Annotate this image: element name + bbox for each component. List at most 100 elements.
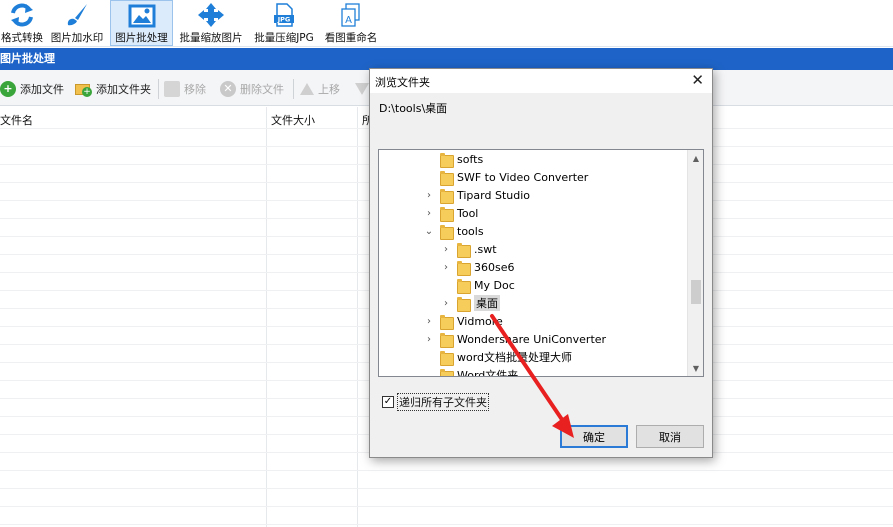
close-icon[interactable]: ✕ (691, 71, 704, 89)
folder-icon (440, 350, 454, 366)
toolbar-label: 图片批处理 (115, 32, 168, 44)
tree-item-label: .swt (474, 242, 497, 256)
expander[interactable] (424, 168, 434, 186)
remove-label: 移除 (184, 83, 206, 96)
chevron-right-icon[interactable]: › (441, 240, 451, 258)
add-folder-icon: + (75, 81, 92, 97)
scroll-thumb[interactable] (691, 280, 701, 304)
folder-icon (440, 170, 454, 186)
tree-item-label: 桌面 (474, 295, 500, 311)
folder-icon (440, 332, 454, 348)
tree-item-label: Word文件夹 (457, 369, 519, 377)
add-folder-button[interactable]: + 添加文件夹 (75, 79, 151, 99)
tree-item-360se6[interactable]: › 360se6 (441, 258, 515, 276)
tree-item-label: Tipard Studio (457, 188, 531, 202)
toolbar-rename-button[interactable]: A 看图重命名 (321, 0, 381, 46)
tree-item-label: Tool (457, 206, 479, 220)
folder-icon (440, 224, 454, 240)
add-file-icon: + (0, 81, 16, 97)
browse-folder-dialog: 浏览文件夹 ✕ D:\tools\桌面 softs SWF to Video C… (369, 68, 713, 458)
move-up-button[interactable]: 上移 (300, 79, 340, 99)
folder-icon (440, 206, 454, 222)
checkbox-label: 递归所有子文件夹 (397, 393, 489, 411)
panel-title-bar: 图片批处理 (0, 48, 893, 70)
tree-item-label: word文档批量处理大师 (457, 351, 573, 364)
toolbar-label: 看图重命名 (324, 32, 378, 44)
toolbar-format-convert-button[interactable]: 格式转换 (0, 0, 44, 46)
recursive-subfolders-checkbox[interactable]: ✓ 递归所有子文件夹 (382, 393, 489, 411)
toolbar-label: 格式转换 (1, 32, 43, 44)
table-row (0, 524, 893, 525)
tree-item-vidmore[interactable]: › Vidmore (424, 312, 503, 330)
refresh-icon (7, 2, 37, 28)
tree-item-softs[interactable]: softs (424, 150, 483, 168)
column-header-filename[interactable]: 文件名 (0, 112, 33, 128)
chevron-right-icon[interactable]: › (424, 204, 434, 222)
toolbar-batch-process-button[interactable]: 图片批处理 (110, 0, 173, 46)
chevron-right-icon[interactable]: › (424, 330, 434, 348)
jpg-badge-text: JPG (277, 16, 291, 24)
chevron-down-icon[interactable]: ⌄ (424, 222, 434, 240)
arrow-down-icon (355, 83, 369, 95)
tree-item-swt[interactable]: › .swt (441, 240, 497, 258)
chevron-right-icon[interactable]: › (441, 294, 451, 312)
toolbar-compress-jpg-button[interactable]: JPG 批量压缩JPG (249, 0, 319, 46)
dialog-title-bar: 浏览文件夹 ✕ (370, 69, 712, 93)
folder-icon (457, 296, 471, 312)
folder-icon (440, 188, 454, 204)
toolbar-watermark-button[interactable]: 图片加水印 (46, 0, 108, 46)
panel-title: 图片批处理 (0, 52, 55, 65)
toolbar-batch-resize-button[interactable]: 批量缩放图片 (175, 0, 247, 46)
folder-icon (457, 242, 471, 258)
add-file-button[interactable]: + 添加文件 (0, 79, 64, 99)
folder-icon (440, 368, 454, 376)
ok-button[interactable]: 确定 (560, 425, 628, 448)
chevron-right-icon[interactable]: › (424, 186, 434, 204)
chevron-right-icon[interactable]: › (424, 312, 434, 330)
folder-icon (440, 152, 454, 168)
table-row (0, 506, 893, 507)
cancel-button[interactable]: 取消 (636, 425, 704, 448)
tree-scrollbar[interactable]: ▲ ▼ (687, 150, 703, 376)
image-icon (127, 3, 157, 28)
tree-item-my-doc[interactable]: My Doc (441, 276, 515, 294)
tree-item-tools[interactable]: ⌄ tools (424, 222, 484, 240)
toolbar-divider (293, 79, 294, 99)
tree-item-label: softs (457, 152, 484, 166)
paintbrush-icon (62, 2, 92, 28)
tree-item-wondershare[interactable]: › Wondershare UniConverter (424, 330, 606, 348)
chevron-right-icon[interactable]: › (441, 258, 451, 276)
scroll-up-icon[interactable]: ▲ (688, 150, 703, 166)
tree-item-tool[interactable]: › Tool (424, 204, 478, 222)
remove-icon (164, 81, 180, 97)
tree-item-label: Vidmore (457, 314, 503, 328)
remove-button[interactable]: 移除 (164, 79, 206, 99)
scroll-down-icon[interactable]: ▼ (688, 360, 703, 376)
toolbar-label: 批量缩放图片 (179, 32, 243, 44)
tree-item-desktop-selected[interactable]: › 桌面 (441, 294, 500, 312)
tree-item-label: SWF to Video Converter (457, 170, 589, 184)
delete-file-button[interactable]: ✕ 删除文件 (220, 79, 284, 99)
tree-item-tipard-studio[interactable]: › Tipard Studio (424, 186, 530, 204)
move-down-button[interactable] (355, 79, 369, 99)
expander[interactable] (424, 150, 434, 168)
column-header-filesize[interactable]: 文件大小 (271, 112, 315, 128)
tree-item-label: Wondershare UniConverter (457, 332, 607, 346)
checkbox-box[interactable]: ✓ (382, 396, 394, 408)
expander[interactable] (424, 348, 434, 366)
rename-icon: A (336, 2, 366, 28)
rename-glyph: A (345, 15, 352, 26)
expander[interactable] (424, 366, 434, 376)
tree-item-label: My Doc (474, 278, 515, 292)
delete-file-label: 删除文件 (240, 83, 284, 96)
tree-item-word-folder[interactable]: Word文件夹 (424, 366, 519, 377)
toolbar-label: 批量压缩JPG (254, 32, 314, 44)
tree-item-label: tools (457, 224, 484, 238)
table-row (0, 470, 893, 471)
folder-icon (457, 278, 471, 294)
folder-icon (440, 314, 454, 330)
tree-item-word-batch[interactable]: word文档批量处理大师 (424, 348, 572, 366)
expander[interactable] (441, 276, 451, 294)
dialog-title: 浏览文件夹 (375, 76, 430, 89)
tree-item-swf-converter[interactable]: SWF to Video Converter (424, 168, 588, 186)
